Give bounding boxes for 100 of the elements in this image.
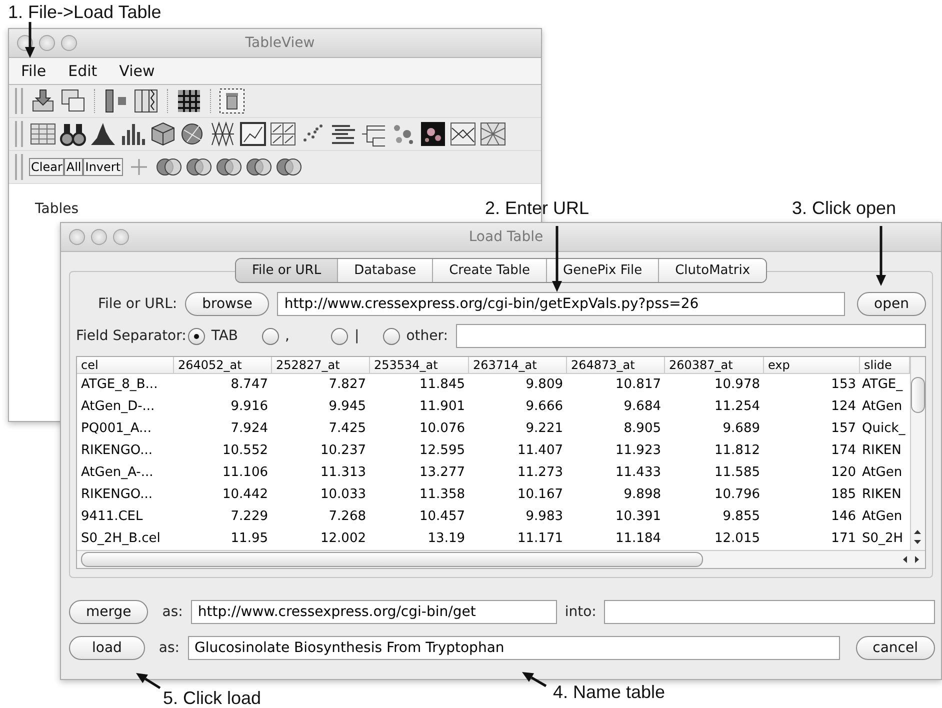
table-cell-text: 9.983 bbox=[524, 508, 564, 526]
network-icon[interactable] bbox=[209, 120, 237, 148]
columns-icon[interactable] bbox=[132, 87, 160, 115]
selection-button[interactable]: Clear bbox=[29, 158, 64, 176]
annotation-text: 2. Enter URL bbox=[485, 198, 590, 219]
table-cell-text: 11.95 bbox=[230, 530, 269, 548]
table-cell-text: 11.812 bbox=[714, 442, 761, 460]
table-cell-text: 11.845 bbox=[418, 376, 466, 394]
browse-button[interactable]: browse bbox=[185, 292, 270, 316]
selection-button[interactable]: Invert bbox=[83, 158, 123, 176]
radio-label: | bbox=[354, 328, 360, 344]
merge-button[interactable]: merge bbox=[69, 600, 148, 624]
annotation-arrow bbox=[552, 226, 562, 292]
cancel-button[interactable]: cancel bbox=[856, 636, 935, 660]
load-button[interactable]: load bbox=[69, 636, 145, 660]
merge-name-field[interactable]: http://www.cressexpress.org/cgi-bin/get bbox=[190, 600, 557, 624]
table-cell-text: 11.407 bbox=[516, 442, 564, 460]
table-cell-text: 11.901 bbox=[418, 398, 466, 416]
table-cell-text: ATGE_8_B... bbox=[80, 376, 159, 394]
annotation-arrow bbox=[25, 22, 35, 58]
table-cell-text: RIKEN bbox=[861, 442, 902, 460]
radio-button[interactable] bbox=[331, 328, 348, 344]
table-cell-text: 11.106 bbox=[222, 464, 269, 482]
column-header[interactable]: 264873_at bbox=[567, 357, 665, 374]
column-header[interactable]: slide bbox=[860, 357, 910, 374]
table-cell-text: AtGen_D-... bbox=[80, 398, 156, 416]
tab[interactable]: GenePix File bbox=[546, 259, 658, 282]
tab[interactable]: Create Table bbox=[432, 259, 546, 282]
column-header[interactable]: 252827_at bbox=[272, 357, 370, 374]
parallel-plot-icon[interactable] bbox=[449, 120, 477, 148]
table-cell-text: RIKENGO... bbox=[80, 486, 154, 504]
window-title: TableView bbox=[244, 35, 316, 51]
table-cell-text: 10.076 bbox=[418, 420, 466, 438]
field-label: as: bbox=[162, 604, 183, 620]
radio-button[interactable] bbox=[188, 328, 206, 344]
table-cell-text: 10.457 bbox=[418, 508, 466, 526]
cube-icon[interactable] bbox=[149, 120, 177, 148]
url-field[interactable]: http://www.cressexpress.org/cgi-bin/getExpVals.py?pss=26 bbox=[277, 292, 846, 316]
grid-icon[interactable] bbox=[175, 87, 203, 115]
table-cell-text: 10.978 bbox=[714, 376, 761, 394]
pattern-icon[interactable] bbox=[479, 120, 507, 148]
table-cell-text: 146 bbox=[830, 508, 857, 526]
tab[interactable]: Database bbox=[337, 259, 432, 282]
table-name-field[interactable]: Glucosinolate Biosynthesis From Tryptophan bbox=[188, 636, 840, 660]
menu-item[interactable]: View bbox=[119, 62, 155, 80]
column-header[interactable]: 260387_at bbox=[665, 357, 764, 374]
vertical-scrollbar[interactable] bbox=[910, 357, 925, 550]
annotation-text: 3. Click open bbox=[792, 198, 896, 219]
scatter-matrix-icon[interactable] bbox=[269, 120, 297, 148]
merge-target-field[interactable] bbox=[604, 600, 935, 624]
table-cell-text: 7.924 bbox=[230, 420, 269, 438]
table-cell-text: 9411.CEL bbox=[80, 508, 144, 526]
table-cell-text: 9.684 bbox=[622, 398, 662, 416]
toolbar-grip[interactable] bbox=[15, 121, 23, 147]
tab[interactable]: File or URL bbox=[236, 259, 338, 282]
menu-item[interactable]: Edit bbox=[68, 62, 98, 80]
field-label: Field Separator: bbox=[76, 328, 186, 344]
open-button[interactable]: open bbox=[857, 292, 926, 316]
column-header[interactable]: exp bbox=[764, 357, 860, 374]
other-separator-field[interactable] bbox=[456, 324, 926, 348]
trash-icon[interactable] bbox=[218, 87, 246, 115]
table-cell-text: RIKENGO... bbox=[80, 442, 154, 460]
window-title: Load Table bbox=[468, 229, 544, 245]
table-cell-text: 11.923 bbox=[614, 442, 662, 460]
radio-button[interactable] bbox=[383, 328, 400, 344]
field-label: into: bbox=[564, 604, 596, 620]
table-cell-text: 9.916 bbox=[230, 398, 269, 416]
selection-button[interactable]: All bbox=[64, 158, 84, 176]
table-cell-text: 11.313 bbox=[320, 464, 367, 482]
table-cell-text: Quick_ bbox=[861, 420, 906, 438]
table-cell-text: 12.015 bbox=[714, 530, 761, 548]
radio-label: TAB bbox=[211, 328, 238, 344]
toolbar-grip[interactable] bbox=[15, 88, 23, 114]
table-cell-text: 8.747 bbox=[230, 376, 269, 394]
column-header[interactable]: cel bbox=[77, 357, 174, 374]
table-cell-text: 174 bbox=[830, 442, 857, 460]
radio-button[interactable] bbox=[262, 328, 280, 344]
horizontal-scrollbar[interactable] bbox=[77, 550, 925, 568]
heatmap-icon[interactable] bbox=[419, 120, 447, 148]
table-cell-text: 10.237 bbox=[320, 442, 367, 460]
scroll-thumb[interactable] bbox=[911, 377, 925, 413]
table-cell-text: 10.033 bbox=[320, 486, 367, 504]
table-cell-text: 124 bbox=[830, 398, 857, 416]
annotation-text: 4. Name table bbox=[553, 682, 666, 703]
column-header[interactable]: 253534_at bbox=[370, 357, 469, 374]
table-cell-text: 153 bbox=[830, 376, 857, 394]
menu-item[interactable]: File bbox=[21, 62, 46, 80]
column-header[interactable]: 263714_at bbox=[469, 357, 567, 374]
table-cell-text: 10.391 bbox=[614, 508, 662, 526]
tab[interactable]: ClutoMatrix bbox=[658, 259, 766, 282]
table-cell-text: AtGen bbox=[861, 398, 904, 416]
column-header[interactable]: 264052_at bbox=[174, 357, 272, 374]
table-cell-text: 9.689 bbox=[722, 420, 761, 438]
table-cell-text: AtGen_A-... bbox=[80, 464, 154, 482]
table-cell-text: 10.167 bbox=[516, 486, 564, 504]
line-chart-icon[interactable] bbox=[239, 120, 267, 148]
table-cell-text: 11.171 bbox=[516, 530, 564, 548]
scroll-thumb[interactable] bbox=[81, 552, 703, 567]
toolbar-grip[interactable] bbox=[15, 154, 23, 180]
table-cell-text: 12.002 bbox=[320, 530, 367, 548]
